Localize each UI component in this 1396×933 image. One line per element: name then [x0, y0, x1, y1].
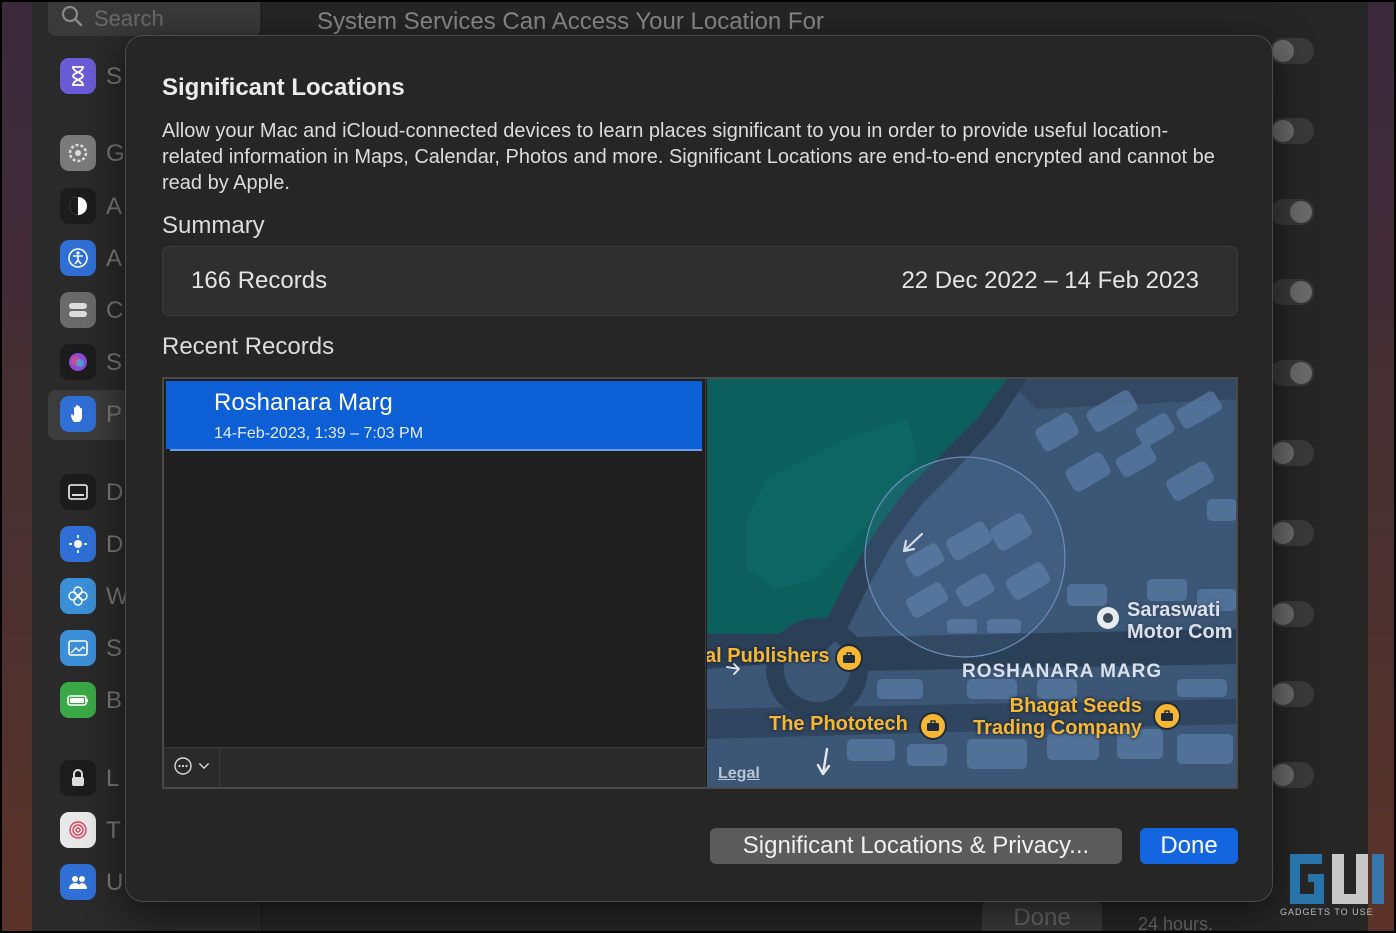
sidebar-search-field[interactable]: Search [48, 2, 260, 36]
location-services-header: System Services Can Access Your Location… [317, 8, 824, 35]
users-groups-icon[interactable] [60, 864, 96, 900]
sidebar-item-label: A [106, 193, 123, 220]
sidebar-item-label: S [106, 635, 123, 662]
selection-underline [170, 449, 702, 451]
background-toggle[interactable] [1270, 440, 1314, 466]
background-toggle[interactable] [1270, 38, 1314, 64]
record-location-name: Roshanara Marg [214, 389, 393, 416]
map-poi-bhagat-seeds[interactable]: Bhagat Seeds Trading Company [973, 695, 1142, 739]
hourglass-icon[interactable] [60, 58, 96, 94]
sidebar-item-label: D [106, 479, 124, 506]
recent-records-panel: Roshanara Marg 14-Feb-2023, 1:39 – 7:03 … [162, 377, 1238, 789]
briefcase-icon[interactable] [1153, 702, 1181, 730]
sidebar-item-label: P [106, 401, 123, 428]
map-poi-saraswati-line2: Motor Com [1127, 621, 1233, 643]
siri-icon[interactable] [60, 344, 96, 380]
desktop-dock-icon[interactable] [60, 474, 96, 510]
map-poi-saraswati[interactable]: Saraswati Motor Com [1127, 599, 1233, 643]
map-poi-publishers[interactable]: al Publishers [707, 645, 830, 668]
location-map[interactable]: al Publishers Saraswati Motor Com ROSHAN… [707, 379, 1236, 787]
dialog-description: Allow your Mac and iCloud-connected devi… [162, 120, 1215, 194]
records-date-range: 22 Dec 2022 – 14 Feb 2023 [901, 267, 1199, 294]
sidebar-item-label: T [106, 817, 121, 844]
background-toggle[interactable] [1270, 199, 1314, 225]
sidebar-item-label: A [106, 245, 123, 272]
briefcase-icon[interactable] [835, 644, 863, 672]
background-toggle[interactable] [1270, 601, 1314, 627]
control-center-icon[interactable] [60, 292, 96, 328]
briefcase-icon[interactable] [919, 712, 947, 740]
background-toggle[interactable] [1270, 118, 1314, 144]
background-done-button[interactable]: Done [982, 900, 1102, 931]
more-options-button[interactable] [164, 748, 220, 787]
map-poi-saraswati-line1: Saraswati [1127, 599, 1221, 621]
list-item[interactable]: Roshanara Marg 14-Feb-2023, 1:39 – 7:03 … [166, 381, 702, 451]
sidebar-item-label: G [106, 140, 125, 167]
search-placeholder: Search [94, 6, 164, 31]
dialog-title: Significant Locations [162, 74, 405, 101]
sidebar-item-label: S [106, 349, 123, 376]
records-count: 166 Records [191, 267, 328, 294]
record-time-range: 14-Feb-2023, 1:39 – 7:03 PM [214, 425, 424, 442]
privacy-hand-icon[interactable] [60, 396, 96, 432]
background-toggle[interactable] [1270, 762, 1314, 788]
screen: Search System Services Can Access Your L… [0, 0, 1396, 933]
appearance-icon[interactable] [60, 188, 96, 224]
watermark-caption: GADGETS TO USE [1280, 907, 1374, 917]
background-toggle[interactable] [1270, 520, 1314, 546]
records-list: Roshanara Marg 14-Feb-2023, 1:39 – 7:03 … [164, 379, 706, 787]
map-poi-bhagat-line1: Bhagat Seeds [1009, 695, 1142, 717]
summary-box: 166 Records 22 Dec 2022 – 14 Feb 2023 [162, 246, 1238, 316]
ellipsis-circle-icon [173, 756, 193, 781]
chevron-down-icon [197, 759, 211, 778]
map-poi-bhagat-line2: Trading Company [973, 717, 1142, 739]
background-toggle[interactable] [1270, 279, 1314, 305]
background-toggle[interactable] [1270, 360, 1314, 386]
done-button[interactable]: Done [1140, 828, 1238, 864]
significant-locations-privacy-button[interactable]: Significant Locations & Privacy... [710, 828, 1122, 864]
sidebar-item-label: S [106, 63, 123, 90]
background-footer-text: 24 hours. [1138, 914, 1214, 933]
map-road-label: ROSHANARA MARG [962, 661, 1163, 682]
battery-icon[interactable] [60, 682, 96, 718]
background-toggle[interactable] [1270, 681, 1314, 707]
sidebar-item-label: C [106, 297, 124, 324]
gear-icon[interactable] [60, 135, 96, 171]
screen-saver-icon[interactable] [60, 630, 96, 666]
touch-id-fingerprint-icon[interactable] [60, 812, 96, 848]
map-poi-phototech[interactable]: The Phototech [769, 713, 908, 736]
records-list-footer [164, 747, 706, 787]
wallpaper-flower-icon[interactable] [60, 578, 96, 614]
search-icon [60, 4, 84, 34]
sidebar-item-label: L [106, 765, 120, 792]
sidebar-item-label: D [106, 531, 124, 558]
accessibility-icon[interactable] [60, 240, 96, 276]
map-legal-link[interactable]: Legal [718, 765, 760, 783]
sidebar-item-label: U [106, 869, 124, 896]
summary-heading: Summary [162, 212, 265, 239]
lock-icon[interactable] [60, 760, 96, 796]
recent-records-heading: Recent Records [162, 333, 335, 360]
significant-locations-dialog: Significant Locations Allow your Mac and… [125, 35, 1273, 902]
sidebar-item-label: B [106, 687, 123, 714]
displays-sun-icon[interactable] [60, 526, 96, 562]
